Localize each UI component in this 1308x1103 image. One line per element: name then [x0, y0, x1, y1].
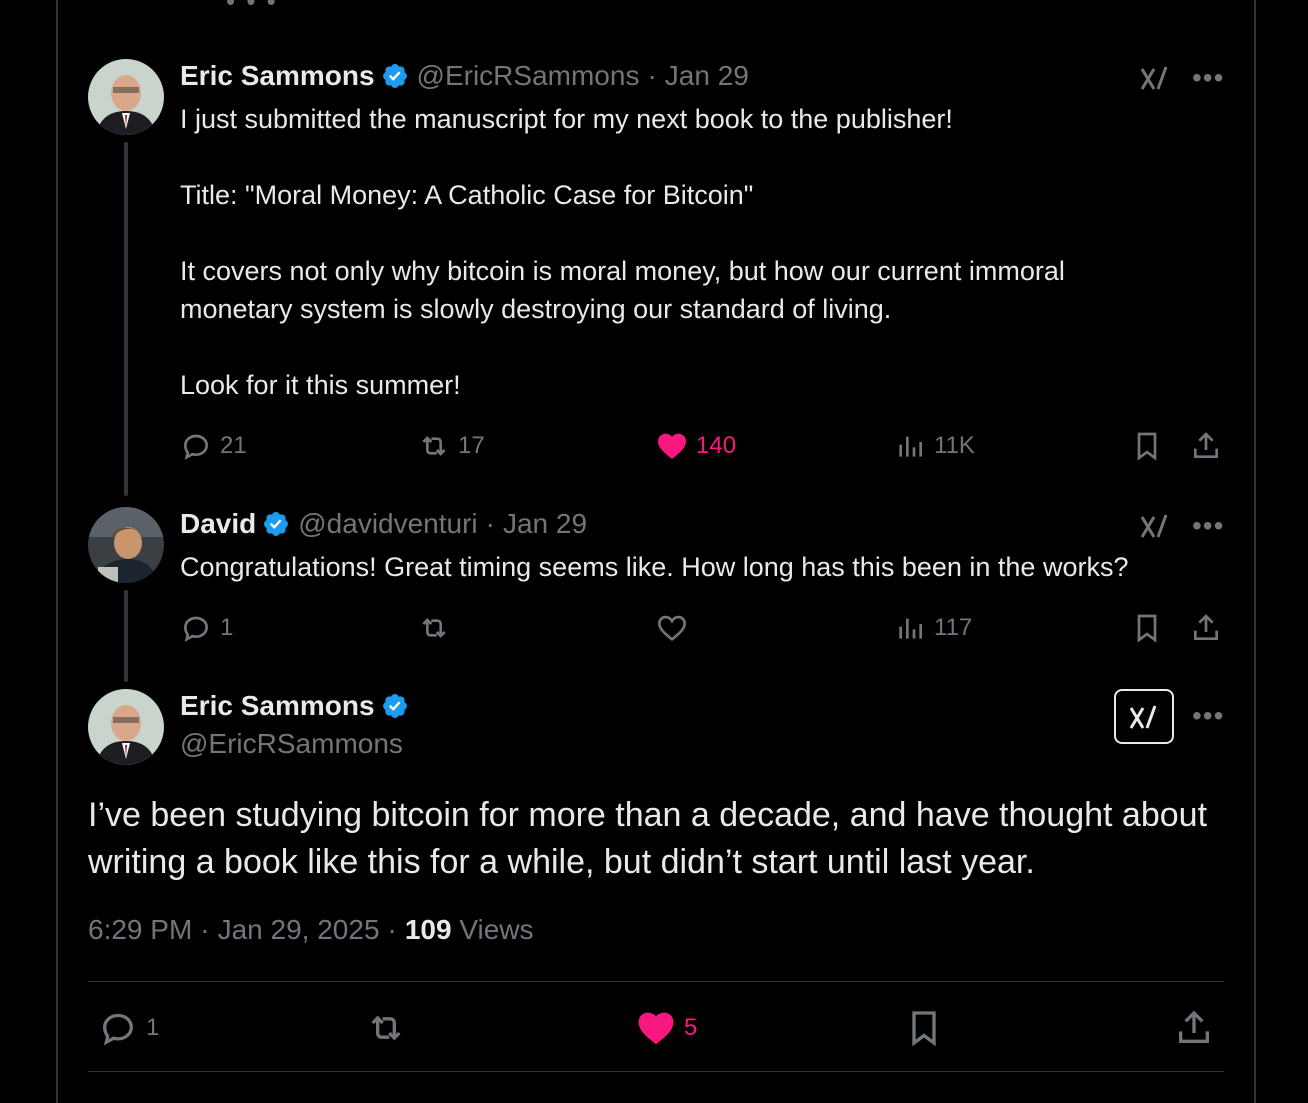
separator-dot: · [647, 60, 657, 91]
verified-badge-icon [382, 694, 407, 718]
avatar-david-image [88, 507, 164, 583]
reply-icon [183, 434, 209, 460]
separator-dot: · [485, 508, 495, 539]
thread-line [124, 142, 128, 496]
grok-icon[interactable] [1138, 509, 1172, 543]
verified-badge-icon [264, 512, 289, 536]
retweet-button[interactable] [366, 1008, 406, 1048]
author-name[interactable]: Eric Sammons [180, 690, 375, 722]
tweet-meta: 6:29 PM · Jan 29, 2025 · 109 Views [88, 914, 534, 946]
separator-dot: · [387, 914, 397, 945]
bookmark-button[interactable] [1131, 612, 1163, 644]
views-count: 109 [404, 914, 452, 945]
more-options-icon[interactable]: ••• [1192, 512, 1224, 540]
grok-icon [1129, 704, 1157, 729]
tweet-date[interactable]: Jan 29 [665, 60, 749, 92]
reply-count: 1 [220, 614, 234, 641]
views-button[interactable]: 117 [894, 612, 972, 644]
like-count: 5 [684, 1014, 698, 1041]
share-button[interactable] [1190, 430, 1222, 462]
tweet-header: Eric Sammons @EricRSammons · Jan 29 [180, 60, 749, 92]
heart-outline-icon [657, 615, 687, 642]
views-button[interactable]: 11K [894, 430, 975, 462]
tweet-header: David @davidventuri · Jan 29 [180, 508, 587, 540]
like-count: 140 [696, 432, 737, 459]
author-handle[interactable]: @davidventuri [298, 508, 477, 540]
retweet-count: 17 [458, 432, 485, 459]
analytics-icon [899, 436, 922, 457]
author-name[interactable]: David [180, 508, 256, 540]
views-label: Views [459, 914, 534, 945]
tweet-full-date[interactable]: Jan 29, 2025 [218, 914, 380, 946]
tweet-time[interactable]: 6:29 PM [88, 914, 192, 946]
share-button[interactable] [1174, 1008, 1214, 1048]
retweet-icon [422, 618, 446, 638]
analytics-icon [899, 618, 922, 639]
reply-count: 1 [146, 1014, 160, 1041]
avatar[interactable] [88, 689, 164, 765]
author-handle[interactable]: @EricRSammons [417, 60, 640, 92]
like-button[interactable]: 5 [636, 1008, 697, 1048]
divider [88, 981, 1224, 982]
grok-icon[interactable] [1138, 61, 1172, 95]
focused-handle-row: @EricRSammons [180, 728, 403, 760]
retweet-button[interactable]: 17 [418, 430, 485, 462]
avatar-eric-image [88, 59, 164, 135]
bookmark-icon [1137, 614, 1157, 643]
author-handle[interactable]: @EricRSammons [180, 728, 403, 760]
share-button[interactable] [1190, 612, 1222, 644]
view-count: 11K [934, 432, 975, 459]
bookmark-icon [1137, 432, 1157, 461]
share-icon [1194, 614, 1218, 640]
focused-tweet-text: I’ve been studying bitcoin for more than… [88, 796, 1208, 881]
like-button[interactable] [656, 612, 696, 644]
author-name[interactable]: Eric Sammons [180, 60, 375, 92]
avatar[interactable] [88, 507, 164, 583]
tweet-date[interactable]: Jan 29 [503, 508, 587, 540]
reply-button[interactable]: 1 [98, 1008, 159, 1048]
reply-count: 21 [220, 432, 247, 459]
top-more-indicator: • • • [226, 0, 278, 16]
retweet-button[interactable] [418, 612, 458, 644]
verified-badge-icon [382, 64, 407, 88]
more-options-icon[interactable]: ••• [1192, 64, 1224, 92]
share-icon [1194, 432, 1218, 458]
share-icon [1179, 1010, 1209, 1043]
avatar[interactable] [88, 59, 164, 135]
reply-icon [102, 1013, 134, 1046]
more-options-icon[interactable]: ••• [1192, 702, 1224, 730]
bookmark-button[interactable] [1131, 430, 1163, 462]
reply-button[interactable]: 1 [180, 612, 233, 644]
like-button[interactable]: 140 [656, 430, 736, 462]
grok-button[interactable] [1114, 689, 1174, 744]
tweet-text: Congratulations! Great timing seems like… [180, 552, 1129, 582]
avatar-eric-image [88, 689, 164, 765]
focused-tweet-header: Eric Sammons [180, 690, 417, 722]
heart-filled-icon [657, 433, 687, 460]
separator-dot: · [200, 914, 210, 945]
heart-filled-icon [638, 1012, 674, 1045]
thread-line [124, 590, 128, 682]
bookmark-button[interactable] [904, 1008, 944, 1048]
tweet-text: I just submitted the manuscript for my n… [180, 104, 1065, 400]
bookmark-icon [912, 1011, 936, 1047]
reply-button[interactable]: 21 [180, 430, 247, 462]
view-count: 117 [934, 614, 973, 641]
retweet-icon [422, 436, 446, 456]
reply-icon [183, 616, 209, 642]
retweet-icon [371, 1015, 401, 1041]
divider [88, 1071, 1224, 1072]
